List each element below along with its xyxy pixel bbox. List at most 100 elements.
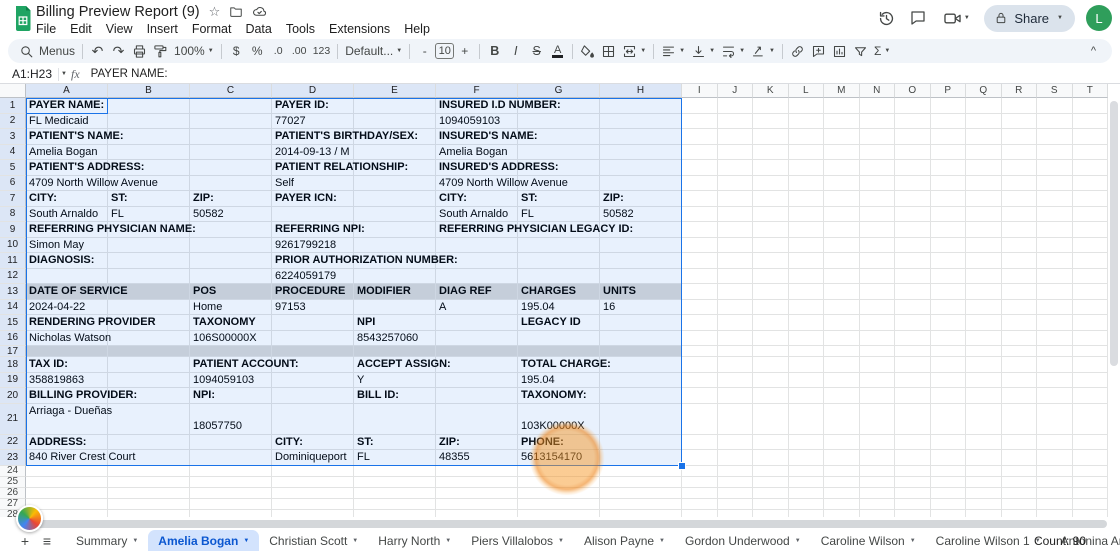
cell-E24[interactable] [354,466,436,477]
cell-M12[interactable] [824,269,860,285]
row-header-1[interactable]: 1 [0,98,26,114]
cell-O8[interactable] [895,207,931,223]
cell-Q26[interactable] [966,488,1002,499]
cell-L25[interactable] [789,477,825,488]
more-formats-button[interactable]: 123 [310,40,334,62]
cell-E16[interactable]: 8543257060 [354,331,436,347]
cell-J25[interactable] [718,477,754,488]
cell-C12[interactable] [190,269,272,285]
cell-C1[interactable] [190,98,272,114]
cell-T9[interactable] [1073,222,1109,238]
cell-J27[interactable] [718,499,754,510]
cell-K20[interactable] [753,388,789,404]
cell-C24[interactable] [190,466,272,477]
cell-M11[interactable] [824,253,860,269]
cell-D24[interactable] [272,466,354,477]
cell-R21[interactable] [1002,404,1038,435]
cell-T7[interactable] [1073,191,1109,207]
cell-E26[interactable] [354,488,436,499]
text-rotation-button[interactable]: ▼ [748,40,778,62]
borders-button[interactable] [598,40,619,62]
merge-cells-button[interactable]: ▼ [619,40,649,62]
create-filter-button[interactable] [850,40,871,62]
cell-J14[interactable] [718,300,754,316]
cell-K8[interactable] [753,207,789,223]
cell-I28[interactable] [682,510,718,518]
cell-T5[interactable] [1073,160,1109,176]
column-header-S[interactable]: S [1037,84,1073,98]
cell-S23[interactable] [1037,450,1073,466]
cell-M4[interactable] [824,145,860,161]
cell-P15[interactable] [931,315,967,331]
column-header-K[interactable]: K [753,84,789,98]
cell-E27[interactable] [354,499,436,510]
cell-B16[interactable] [108,331,190,347]
insert-comment-button[interactable] [808,40,829,62]
cell-T12[interactable] [1073,269,1109,285]
sheet-tab-menu-icon[interactable]: ▼ [132,538,138,544]
cell-S28[interactable] [1037,510,1073,518]
cell-F3[interactable]: INSURED'S NAME: [436,129,518,145]
cell-K22[interactable] [753,435,789,451]
cell-O15[interactable] [895,315,931,331]
cell-G27[interactable] [518,499,600,510]
cell-T26[interactable] [1073,488,1109,499]
cell-S27[interactable] [1037,499,1073,510]
cell-Q1[interactable] [966,98,1002,114]
cell-P22[interactable] [931,435,967,451]
cell-K28[interactable] [753,510,789,518]
cell-A8[interactable]: South Arnaldo [26,207,108,223]
cell-E12[interactable] [354,269,436,285]
sheet-tab-menu-icon[interactable]: ▼ [445,538,451,544]
cell-G17[interactable] [518,346,600,357]
cell-K7[interactable] [753,191,789,207]
cell-O3[interactable] [895,129,931,145]
cell-H7[interactable]: ZIP: [600,191,682,207]
cell-D2[interactable]: 77027 [272,114,354,130]
sheet-tab-caroline-wilson-1[interactable]: Caroline Wilson 1▼ [926,530,1051,551]
cell-G26[interactable] [518,488,600,499]
row-header-17[interactable]: 17 [0,346,26,357]
cell-Q14[interactable] [966,300,1002,316]
cell-D13[interactable]: PROCEDURE [272,284,354,300]
cell-C28[interactable] [190,510,272,518]
cell-N26[interactable] [860,488,896,499]
cell-R5[interactable] [1002,160,1038,176]
cell-E9[interactable] [354,222,436,238]
cell-C17[interactable] [190,346,272,357]
cell-Q18[interactable] [966,357,1002,373]
cell-T1[interactable] [1073,98,1109,114]
cell-S7[interactable] [1037,191,1073,207]
cell-S15[interactable] [1037,315,1073,331]
cell-J24[interactable] [718,466,754,477]
cell-R28[interactable] [1002,510,1038,518]
column-header-F[interactable]: F [436,84,518,98]
column-header-I[interactable]: I [682,84,718,98]
cell-D3[interactable]: PATIENT'S BIRTHDAY/SEX: [272,129,354,145]
cell-O11[interactable] [895,253,931,269]
cell-I19[interactable] [682,373,718,389]
cell-P14[interactable] [931,300,967,316]
cell-S25[interactable] [1037,477,1073,488]
cell-D7[interactable]: PAYER ICN: [272,191,354,207]
cell-L13[interactable] [789,284,825,300]
cell-K26[interactable] [753,488,789,499]
cell-H13[interactable]: UNITS [600,284,682,300]
cell-H2[interactable] [600,114,682,130]
cell-D28[interactable] [272,510,354,518]
cell-Q8[interactable] [966,207,1002,223]
row-header-15[interactable]: 15 [0,315,26,331]
cell-O9[interactable] [895,222,931,238]
cell-S20[interactable] [1037,388,1073,404]
cell-J19[interactable] [718,373,754,389]
cell-H11[interactable] [600,253,682,269]
cell-S3[interactable] [1037,129,1073,145]
cell-R24[interactable] [1002,466,1038,477]
cell-B7[interactable]: ST: [108,191,190,207]
cell-D6[interactable]: Self [272,176,354,192]
cell-C15[interactable]: TAXONOMY [190,315,272,331]
cell-F22[interactable]: ZIP: [436,435,518,451]
cell-P16[interactable] [931,331,967,347]
cell-F9[interactable]: REFERRING PHYSICIAN LEGACY ID: [436,222,518,238]
decrease-font-size-button[interactable]: - [414,40,435,62]
